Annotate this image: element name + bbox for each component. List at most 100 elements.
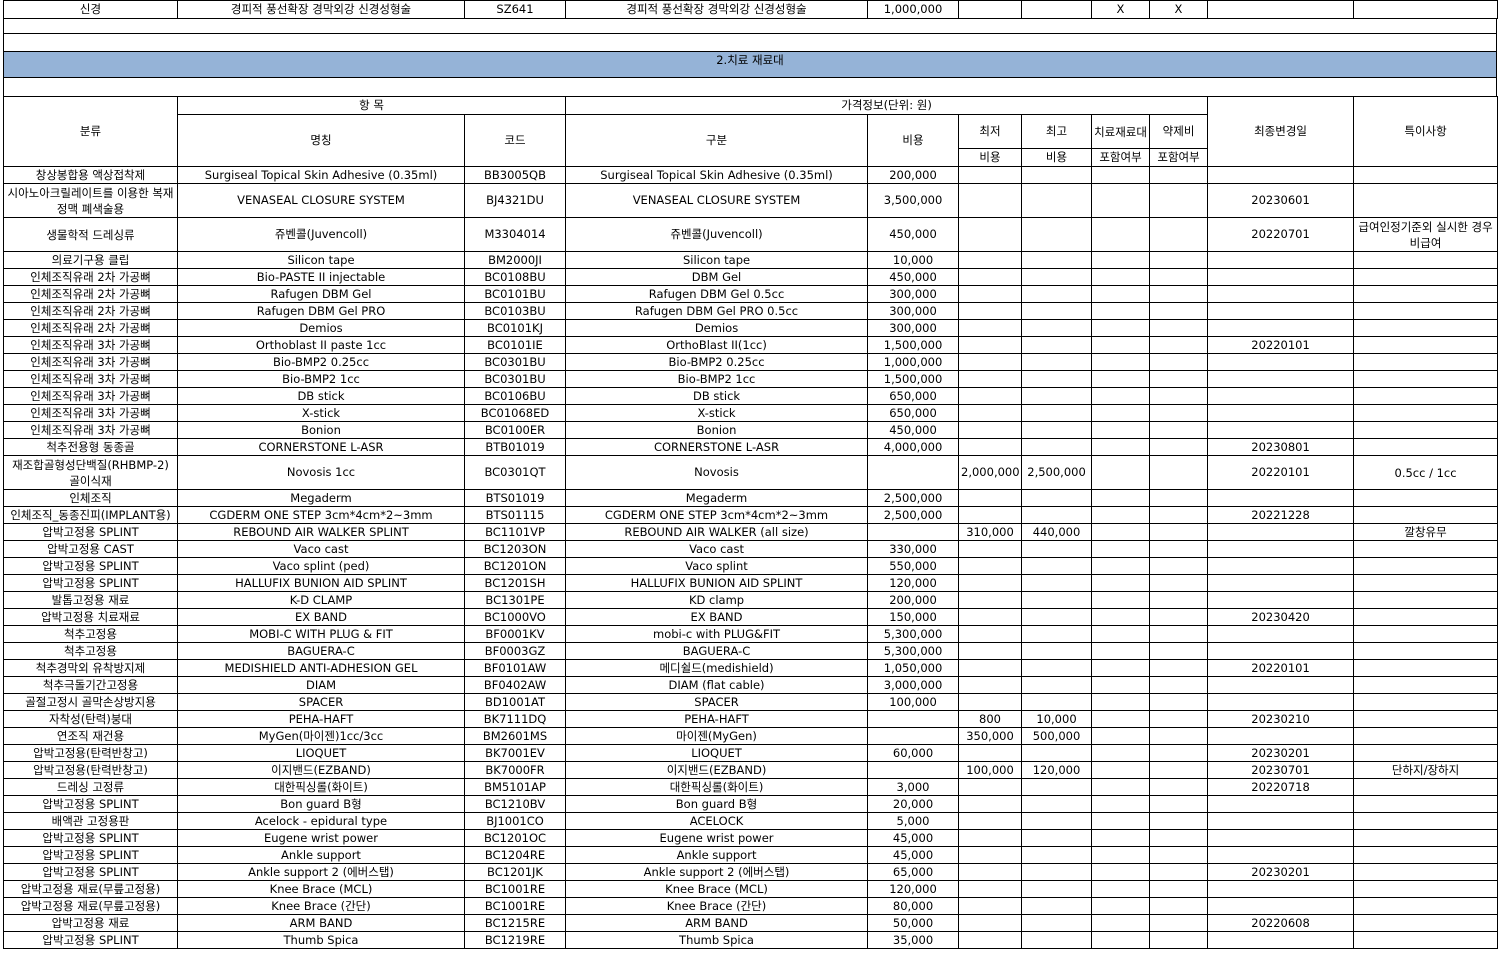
cell-notes [1353,302,1499,320]
cell-max-cost: 440,000 [1021,523,1093,541]
header-name: 명칭 [177,114,465,167]
cell-code: BC0301BU [463,353,567,371]
cell-notes [1353,0,1498,19]
cell-division: Eugene wrist power [565,829,869,847]
cell-treatment-included [1091,302,1151,320]
table-row: 골절고정시 골막손상방지용 SPACER BD1001AT SPACER 100,000 [3,693,1499,711]
cell-cost [867,761,960,779]
table-row: 압박고정용 SPLINT HALLUFIX BUNION AID SPLINT BC… [3,574,1499,592]
cell-name: DB stick [177,387,465,405]
cell-cost: 1,000,000 [867,353,960,371]
cell-max-cost [1021,608,1093,626]
cell-code: BB3005QB [463,166,567,184]
table-row: 압박고정용 SPLINT Ankle support 2 (에버스탭) BC1201… [3,863,1499,881]
cell-division: Bio-BMP2 0.25cc [565,353,869,371]
cell-cost [867,455,960,490]
cell-last-changed [1207,795,1355,813]
table-row: 인체조직유래 2차 가공뼈 Rafugen DBM Gel BC0101BU Rafu… [3,285,1499,303]
cell-treatment-included [1091,812,1151,830]
cell-notes [1353,166,1499,184]
header-min-sub: 비용 [958,148,1023,167]
cell-last-changed [1207,489,1355,507]
top-row-table: 신경 경피적 풍선확장 경막외강 신경성형술 SZ641 경피적 풍선확장 경막외강 … [3,0,1498,19]
cell-category: 척추경막외 유착방지제 [3,659,178,677]
cell-name: EX BAND [177,608,465,626]
cell-cost: 2,500,000 [867,506,960,524]
cell-cost: 450,000 [867,421,960,439]
table-row: 압박고정용 SPLINT Vaco splint (ped) BC1201ON Vac… [3,557,1499,575]
table-row: 인체조직유래 3차 가공뼈 X-stick BC01068ED X-stick 650,… [3,404,1499,422]
cell-max-cost [1021,387,1093,405]
cell-max-cost [1021,557,1093,575]
cell-drug-included [1149,676,1209,694]
table-row: 압박고정용 SPLINT Thumb Spica BC1219RE Thumb Spi… [3,931,1499,949]
cell-max-cost [1021,812,1093,830]
cell-min-cost [958,540,1023,558]
cell-max-cost [1021,795,1093,813]
cell-drug-included [1149,353,1209,371]
cell-min-cost [958,0,1022,19]
header-drug-cost: 약제비 [1149,114,1209,149]
cell-treatment-included [1091,166,1151,184]
price-table: 분류 항 목 가격정보(단위: 원) 최종변경일 특이사항 명칭 코드 구분 비… [3,96,1499,949]
cell-notes [1353,506,1499,524]
cell-drug-included: X [1149,0,1208,19]
cell-category: 압박고정용 CAST [3,540,178,558]
cell-max-cost [1021,336,1093,354]
cell-code: BC1215RE [463,914,567,932]
cell-category: 압박고정용(탄력반창고) [3,761,178,779]
cell-cost: 5,000 [867,812,960,830]
cell-min-cost [958,863,1023,881]
cell-division: Novosis [565,455,869,490]
cell-max-cost [1021,319,1093,337]
cell-treatment-included [1091,319,1151,337]
cell-code: SZ641 [464,0,566,19]
cell-last-changed [1207,693,1355,711]
cell-last-changed [1207,557,1355,575]
cell-cost: 120,000 [867,574,960,592]
cell-treatment-included [1091,727,1151,745]
cell-code: BD1001AT [463,693,567,711]
cell-notes [1353,625,1499,643]
table-row: 압박고정용 SPLINT Eugene wrist power BC1201OC Eu… [3,829,1499,847]
cell-name: ARM BAND [177,914,465,932]
cell-max-cost [1021,931,1093,949]
cell-drug-included [1149,778,1209,796]
cell-drug-included [1149,183,1209,218]
cell-category: 압박고정용 재료 [3,914,178,932]
cell-cost: 50,000 [867,914,960,932]
cell-max-cost [1021,370,1093,388]
cell-category: 배액관 고정용판 [3,812,178,830]
cell-treatment-included [1091,506,1151,524]
cell-division: HALLUFIX BUNION AID SPLINT [565,574,869,592]
table-row: 인체조직유래 3차 가공뼈 Orthoblast II paste 1cc BC01… [3,336,1499,354]
cell-last-changed [1207,880,1355,898]
cell-name: K-D CLAMP [177,591,465,609]
cell-min-cost [958,387,1023,405]
cell-name: Thumb Spica [177,931,465,949]
cell-category: 골절고정시 골막손상방지용 [3,693,178,711]
cell-last-changed [1207,387,1355,405]
cell-min-cost [958,302,1023,320]
cell-drug-included [1149,744,1209,762]
table-row: 인체조직유래 3차 가공뼈 Bonion BC0100ER Bonion 450,000 [3,421,1499,439]
cell-code: BM5101AP [463,778,567,796]
cell-last-changed: 20230210 [1207,710,1355,728]
cell-min-cost [958,336,1023,354]
cell-min-cost [958,625,1023,643]
cell-name: Surgiseal Topical Skin Adhesive (0.35ml) [177,166,465,184]
header-item-group: 항 목 [176,96,567,115]
cell-last-changed: 20220101 [1207,336,1355,354]
cell-last-changed [1207,353,1355,371]
cell-code: BK7000FR [463,761,567,779]
cell-category: 척추고정용 [3,642,178,660]
cell-cost: 2,500,000 [867,489,960,507]
cell-category: 시아노아크릴레이트를 이용한 복재정맥 폐색술용 [3,183,178,218]
cell-treatment-included [1091,336,1151,354]
cell-drug-included [1149,659,1209,677]
cell-code: BF0402AW [463,676,567,694]
cell-notes [1353,183,1499,218]
cell-min-cost [958,659,1023,677]
cell-cost: 120,000 [867,880,960,898]
table-row: 인체조직유래 2차 가공뼈 Demios BC0101KJ Demios 300,000 [3,319,1499,337]
